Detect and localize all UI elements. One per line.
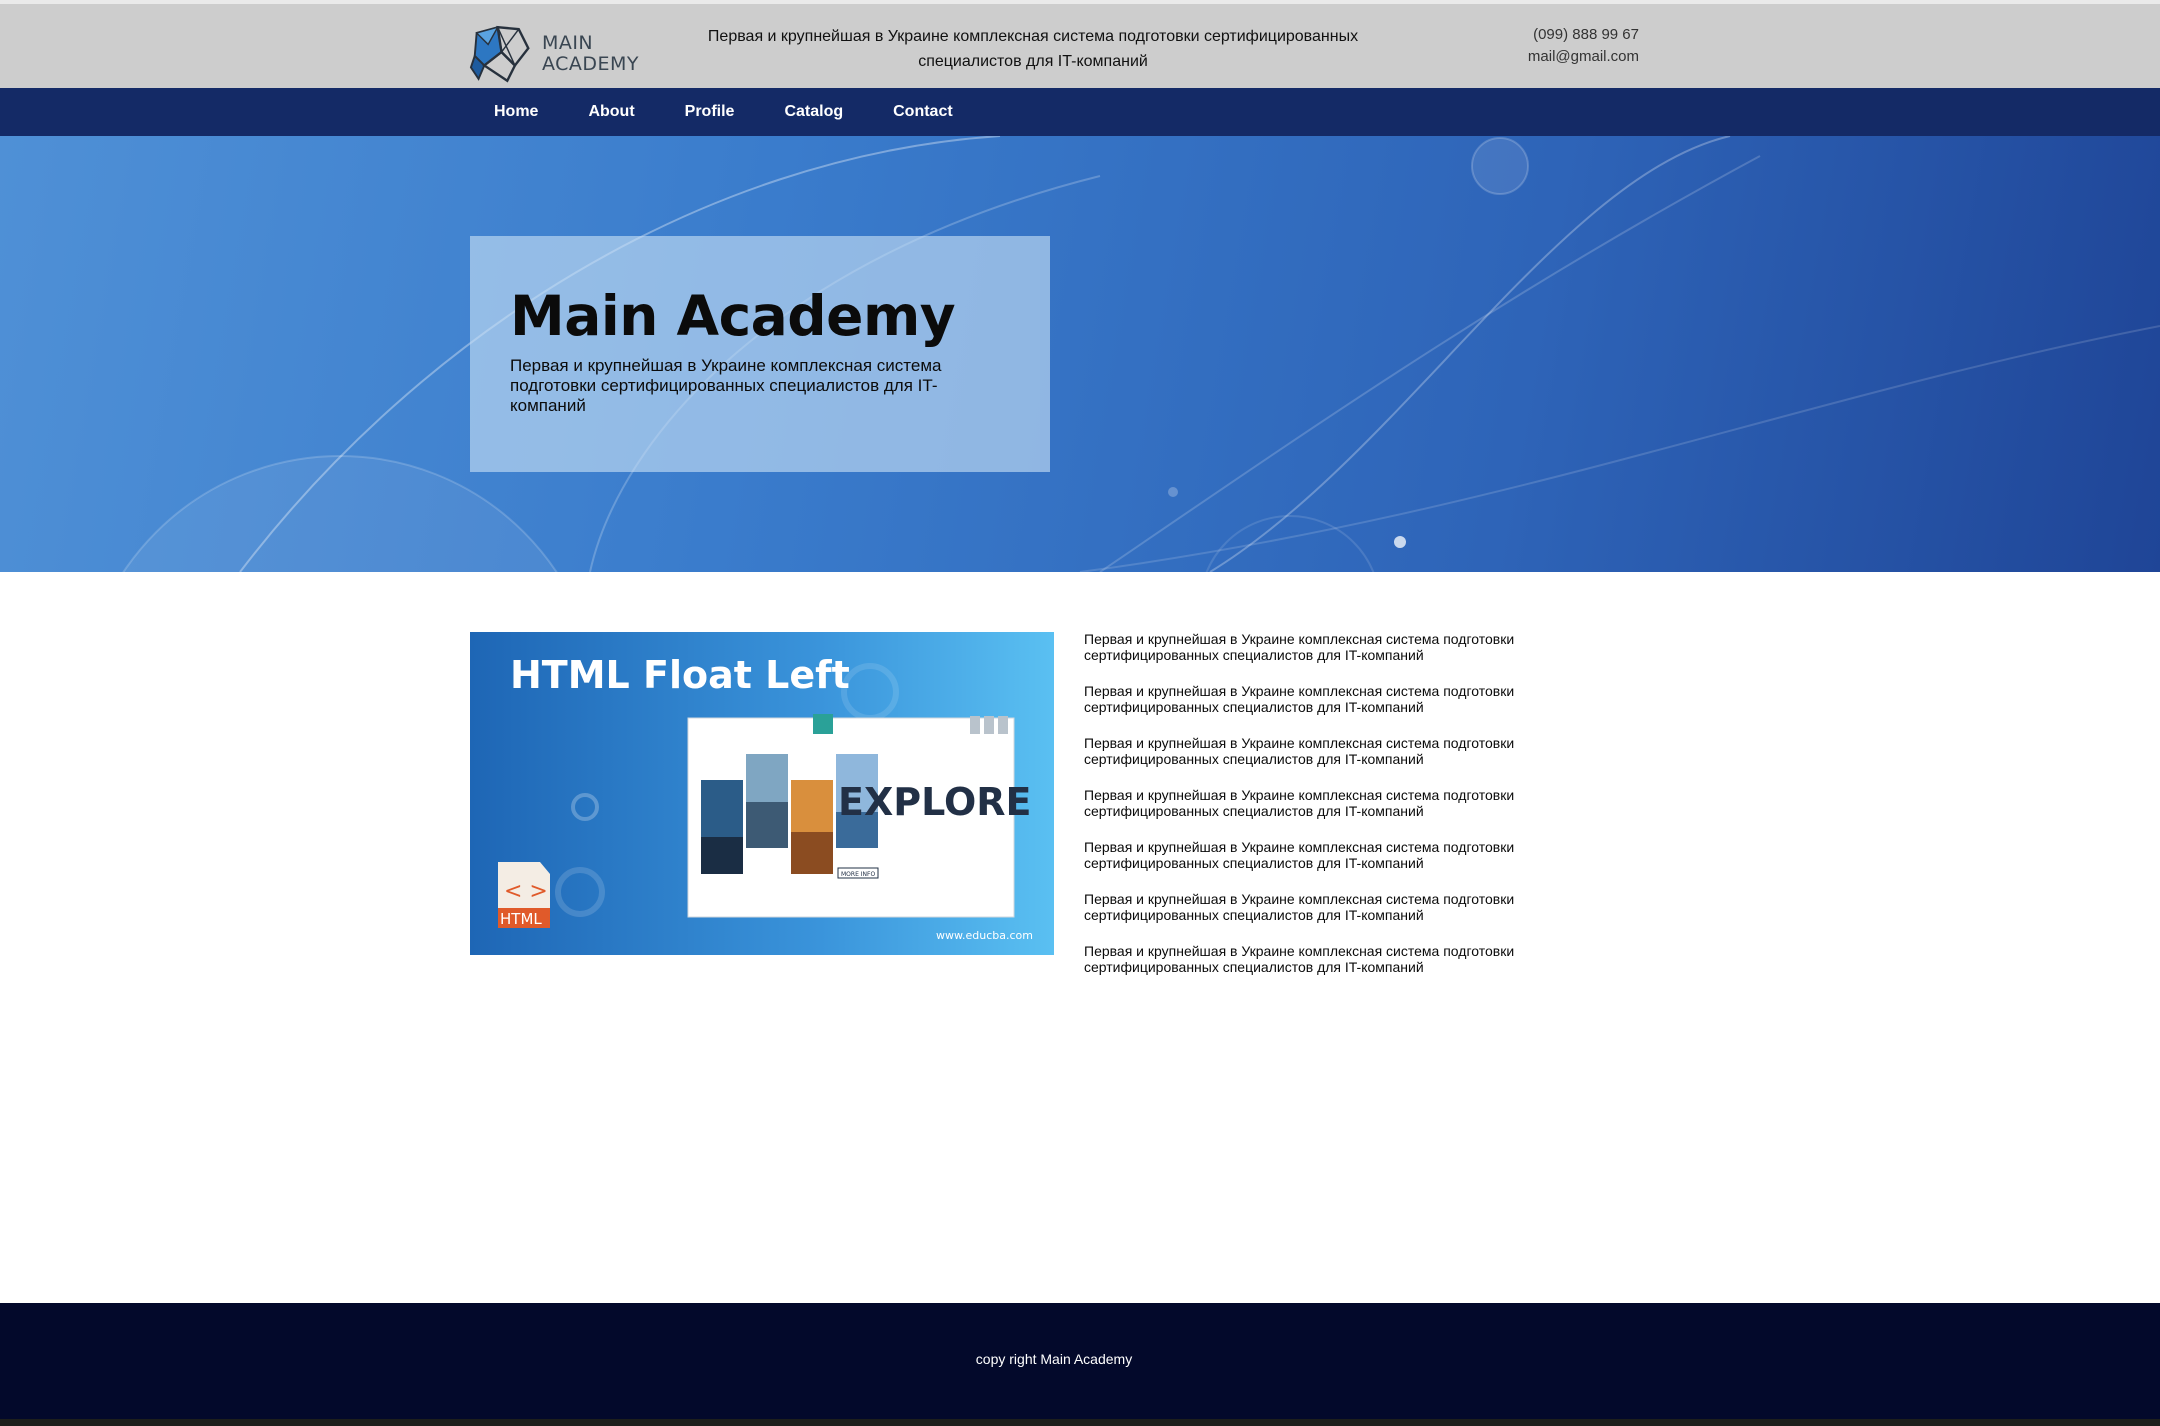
list-item: Первая и крупнейшая в Украине комплексна… bbox=[1084, 891, 1515, 923]
list-item: Первая и крупнейшая в Украине комплексна… bbox=[1084, 787, 1515, 819]
feature-image: HTML Float Left EXPLORE MORE INFO < > HT… bbox=[470, 632, 1054, 955]
hero-subtitle: Первая и крупнейшая в Украине комплексна… bbox=[510, 356, 942, 415]
html-float-left-illustration: HTML Float Left EXPLORE MORE INFO < > HT… bbox=[470, 632, 1054, 955]
hero-card: Main Academy Первая и крупнейшая в Украи… bbox=[470, 236, 1050, 472]
list-item: Первая и крупнейшая в Украине комплексна… bbox=[1084, 683, 1515, 715]
main-content: HTML Float Left EXPLORE MORE INFO < > HT… bbox=[0, 572, 2160, 1303]
nav-item-about[interactable]: About bbox=[588, 103, 634, 121]
more-info-button: MORE INFO bbox=[841, 871, 875, 878]
header-tagline: Первая и крупнейшая в Украине комплексна… bbox=[707, 28, 1359, 70]
explore-word: EXPLORE bbox=[838, 780, 1032, 824]
email-address[interactable]: mail@gmail.com bbox=[1528, 46, 1639, 68]
nav-item-home[interactable]: Home bbox=[494, 103, 538, 121]
site-footer: copy right Main Academy bbox=[0, 1303, 2160, 1419]
feature-heading: HTML Float Left bbox=[510, 653, 850, 697]
bottom-strip bbox=[0, 1419, 2160, 1426]
html-badge: HTML bbox=[500, 910, 542, 928]
phone-number[interactable]: (099) 888 99 67 bbox=[1528, 24, 1639, 46]
logo-line2: ACADEMY bbox=[541, 53, 639, 75]
list-item: Первая и крупнейшая в Украине комплексна… bbox=[1084, 839, 1515, 871]
educba-url: www.educba.com bbox=[936, 929, 1033, 942]
code-brackets-icon: < > bbox=[504, 879, 548, 904]
site-header: MAIN ACADEMY Первая и крупнейшая в Украи… bbox=[0, 4, 2160, 88]
nav-item-contact[interactable]: Contact bbox=[893, 103, 953, 121]
list-item: Первая и крупнейшая в Украине комплексна… bbox=[1084, 735, 1515, 767]
list-item: Первая и крупнейшая в Украине комплексна… bbox=[1084, 631, 1515, 663]
header-contacts: (099) 888 99 67 mail@gmail.com bbox=[1528, 24, 1639, 68]
logo[interactable]: MAIN ACADEMY bbox=[469, 22, 639, 86]
footer-copyright: copy right Main Academy bbox=[975, 1351, 1133, 1367]
hero-banner: Main Academy Первая и крупнейшая в Украи… bbox=[0, 136, 2160, 572]
paragraph-list: Первая и крупнейшая в Украине комплексна… bbox=[1084, 631, 1554, 995]
logo-line1: MAIN bbox=[541, 32, 594, 54]
logo-hexagon-icon bbox=[469, 25, 530, 83]
list-item: Первая и крупнейшая в Украине комплексна… bbox=[1084, 943, 1515, 975]
logo-wordmark: MAIN ACADEMY bbox=[542, 33, 639, 75]
hero-background-decoration bbox=[122, 136, 2160, 572]
nav-item-profile[interactable]: Profile bbox=[685, 103, 735, 121]
nav-item-catalog[interactable]: Catalog bbox=[784, 103, 843, 121]
main-nav: Home About Profile Catalog Contact bbox=[0, 88, 2160, 136]
hero-title: Main Academy bbox=[510, 284, 956, 348]
